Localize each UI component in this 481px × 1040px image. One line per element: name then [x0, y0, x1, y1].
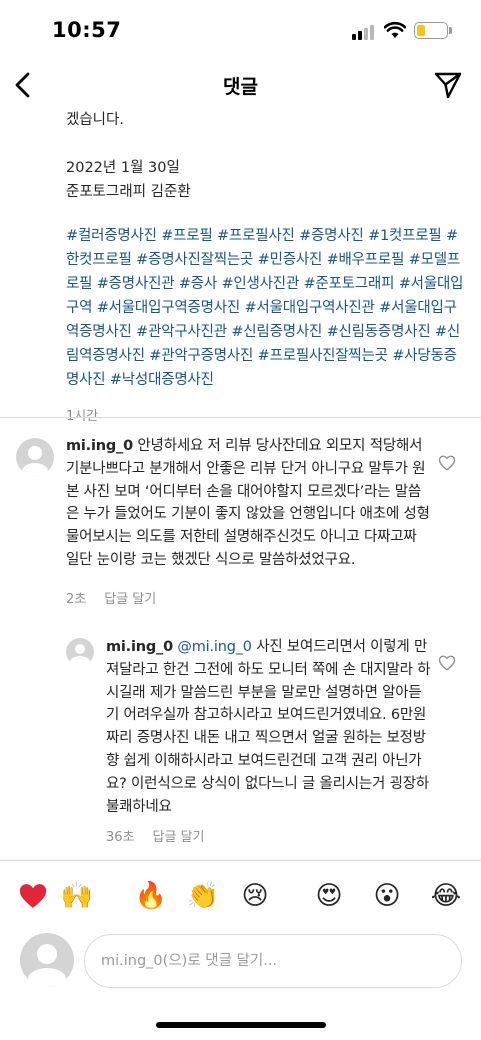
status-bar: 10:57 [0, 0, 481, 60]
heart-icon[interactable] [438, 454, 456, 472]
hashtag-link[interactable]: #배우프로필 [327, 252, 405, 268]
hashtag-link[interactable]: #증사 [179, 276, 217, 292]
comment-username[interactable]: mi.ing_0 [106, 639, 173, 655]
send-icon[interactable] [433, 70, 463, 100]
hashtag-link[interactable]: #서울대입구역사진관 [244, 300, 374, 316]
hashtag-link[interactable]: #프로필 [161, 228, 213, 244]
emoji-reaction-bar: 🙌 🔥 👏 😢 😍 😮 😂 [0, 874, 481, 918]
hashtag-link[interactable]: #증명사진 [299, 228, 364, 244]
reply-button[interactable]: 답글 달기 [104, 592, 156, 607]
caption-date: 2022년 1월 30일 [66, 160, 180, 176]
divider [0, 860, 481, 861]
clapping-hands-emoji[interactable]: 👏 [185, 878, 221, 914]
astonished-face-emoji[interactable]: 😮 [369, 878, 405, 914]
hashtag-link[interactable]: #민증사진 [258, 252, 323, 268]
cellular-signal-icon [352, 24, 376, 40]
comment-mention[interactable]: @mi.ing_0 [177, 639, 252, 655]
reply-comment-text: mi.ing_0 @mi.ing_0 사진 보여드리면서 이렇게 만져달라고 한… [106, 636, 432, 818]
caption-text-top: 겠습니다. [66, 112, 124, 128]
hashtag-link[interactable]: #관악구증명사진 [149, 348, 253, 364]
home-indicator [156, 1022, 326, 1028]
comment-input-row [0, 928, 481, 992]
avatar[interactable] [66, 638, 94, 666]
comment-content: 사진 보여드리면서 이렇게 만져달라고 한건 그전에 하도 모니터 쪽에 손 대… [106, 639, 431, 815]
battery-tip [449, 27, 452, 34]
hashtag-link[interactable]: #관악구사진관 [136, 324, 227, 340]
hashtag-link[interactable]: #증명사진잘찍는곳 [136, 252, 253, 268]
nav-bar: 댓글 [0, 60, 481, 110]
hashtag-link[interactable]: #컬러증명사진 [66, 228, 157, 244]
comment-time: 2초 [66, 592, 87, 607]
crying-face-emoji[interactable]: 😢 [237, 878, 273, 914]
comment-content: 안녕하세요 저 리뷰 당사잔데요 외모지 적당해서 기분나쁘다고 분개해서 안좋… [66, 438, 430, 568]
hashtag-link[interactable]: #준포토그래피 [304, 276, 395, 292]
status-time: 10:57 [52, 18, 122, 42]
hashtag-link[interactable]: #낙성대증명사진 [110, 372, 214, 388]
hashtag-link[interactable]: #프로필사진 [217, 228, 295, 244]
comment-username[interactable]: mi.ing_0 [66, 438, 133, 454]
caption-author: 준포토그래피 김준환 [66, 184, 191, 200]
heart-icon[interactable] [438, 654, 456, 672]
tears-of-joy-emoji[interactable]: 😂 [428, 878, 464, 914]
hashtag-link[interactable]: #서울대입구역증명사진 [97, 300, 241, 316]
avatar[interactable] [16, 438, 54, 476]
hashtag-link[interactable]: #신림증명사진 [231, 324, 322, 340]
avatar [20, 933, 74, 987]
hashtag-link[interactable]: #증명사진관 [97, 276, 175, 292]
hashtag-link[interactable]: #프로필사진잘찍는곳 [258, 348, 388, 364]
post-caption: 겠습니다. 2022년 1월 30일 준포토그래피 김준환 #컬러증명사진 #프… [66, 108, 466, 429]
comment-text: mi.ing_0 안녕하세요 저 리뷰 당사잔데요 외모지 적당해서 기분나쁘다… [66, 435, 432, 572]
divider [0, 417, 481, 418]
hashtag-link[interactable]: #1컷프로필 [368, 228, 442, 244]
heart-emoji[interactable] [15, 878, 51, 914]
reply-button[interactable]: 답글 달기 [153, 830, 205, 845]
raised-hands-emoji[interactable]: 🙌 [59, 878, 95, 914]
hashtag-link[interactable]: #신림동증명사진 [327, 324, 431, 340]
page-title: 댓글 [223, 76, 258, 98]
comment-input[interactable] [84, 934, 462, 988]
battery-icon [414, 22, 448, 39]
comment-meta: 36초 답글 달기 [106, 826, 205, 845]
hashtag-link[interactable]: #인생사진관 [221, 276, 299, 292]
hashtag-list: #컬러증명사진 #프로필 #프로필사진 #증명사진 #1컷프로필 #한컷프로필 … [66, 224, 466, 392]
fire-emoji[interactable]: 🔥 [133, 878, 169, 914]
comment-time: 36초 [106, 830, 135, 845]
comment-meta: 2초 답글 달기 [66, 588, 156, 607]
heart-eyes-emoji[interactable]: 😍 [311, 878, 347, 914]
wifi-icon [384, 21, 406, 38]
